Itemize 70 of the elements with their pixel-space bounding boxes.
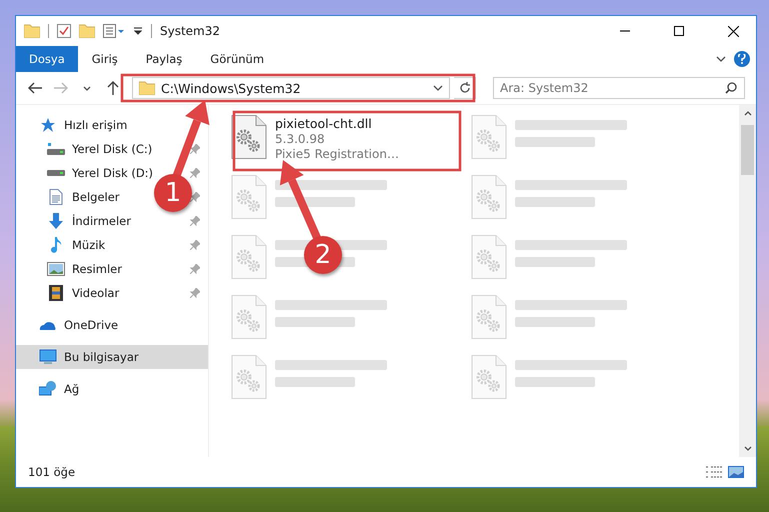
star-icon xyxy=(40,117,56,133)
maximize-icon xyxy=(674,26,684,36)
network-icon xyxy=(39,381,57,397)
film-icon xyxy=(49,285,63,301)
nav-item[interactable]: İndirmeler xyxy=(72,214,131,228)
window-title: System32 xyxy=(160,24,220,38)
dll-file-icon xyxy=(471,115,507,159)
document-icon xyxy=(49,189,63,205)
picture-icon xyxy=(47,262,65,276)
pin-icon[interactable] xyxy=(190,216,200,226)
pin-icon[interactable] xyxy=(190,240,200,250)
nav-item[interactable]: Hızlı erişim xyxy=(64,118,128,132)
scrollbar-thumb[interactable] xyxy=(741,125,754,175)
file-detail: 5.3.0.98 xyxy=(275,132,326,146)
dll-file-icon xyxy=(231,235,267,279)
pin-icon[interactable] xyxy=(190,288,200,298)
dll-file-icon xyxy=(231,115,267,159)
search-field[interactable]: Ara: System32 xyxy=(493,77,745,99)
nav-item[interactable]: Müzik xyxy=(72,238,106,252)
chevron-down-icon xyxy=(433,83,443,93)
ribbon-tab[interactable]: Giriş xyxy=(78,46,132,72)
scrollbar[interactable] xyxy=(739,105,756,457)
ribbon-tab[interactable]: Dosya xyxy=(16,46,78,72)
dll-file-icon xyxy=(231,295,267,339)
back-arrow-icon xyxy=(28,82,42,94)
pin-icon[interactable] xyxy=(190,264,200,274)
dll-file-icon xyxy=(471,235,507,279)
details-view-icon[interactable] xyxy=(706,466,722,478)
properties-icon[interactable] xyxy=(103,24,125,38)
computer-icon xyxy=(39,349,57,365)
dll-file-icon xyxy=(471,175,507,219)
nav-item[interactable]: OneDrive xyxy=(64,318,118,332)
drive-icon xyxy=(47,142,65,156)
checkbox-icon[interactable] xyxy=(57,24,71,38)
pin-icon[interactable] xyxy=(190,144,200,154)
file-detail: Pixie5 Registration… xyxy=(275,147,399,161)
down-arrow-icon xyxy=(48,213,64,229)
nav-item[interactable]: Yerel Disk (C:) xyxy=(72,142,152,156)
dll-file-icon xyxy=(231,355,267,399)
question-mark-icon xyxy=(738,54,746,64)
item-count: 101 öğe xyxy=(28,465,76,479)
dll-file-icon xyxy=(471,295,507,339)
folder-icon xyxy=(139,81,155,95)
ribbon-tab[interactable]: Paylaş xyxy=(132,46,196,72)
close-icon xyxy=(728,26,738,36)
pin-icon[interactable] xyxy=(190,192,200,202)
new-folder-icon xyxy=(79,24,95,38)
nav-item[interactable]: Ağ xyxy=(64,382,80,396)
pin-icon[interactable] xyxy=(190,168,200,178)
nav-item[interactable]: Resimler xyxy=(72,262,122,276)
music-note-icon xyxy=(50,237,62,253)
ribbon-tab[interactable]: Görünüm xyxy=(196,46,278,72)
minimize-icon xyxy=(620,30,630,32)
refresh-icon xyxy=(458,82,470,94)
forward-arrow-icon xyxy=(54,82,68,94)
dropdown-icon[interactable] xyxy=(133,26,143,36)
nav-item[interactable]: Belgeler xyxy=(72,190,120,204)
large-icons-view-icon[interactable] xyxy=(728,466,744,478)
expand-ribbon-icon xyxy=(716,54,726,64)
help-button[interactable] xyxy=(734,51,750,67)
file-name[interactable]: pixietool-cht.dll xyxy=(275,116,399,131)
nav-item[interactable]: Videolar xyxy=(72,286,120,300)
dll-file-icon xyxy=(471,355,507,399)
cloud-icon xyxy=(39,319,57,331)
folder-icon xyxy=(24,24,40,38)
nav-item[interactable]: Yerel Disk (D:) xyxy=(72,166,154,180)
up-arrow-icon xyxy=(107,81,119,95)
drive-icon xyxy=(47,170,65,176)
address-field[interactable]: C:\Windows\System32 xyxy=(132,77,450,99)
dll-file-icon xyxy=(231,175,267,219)
